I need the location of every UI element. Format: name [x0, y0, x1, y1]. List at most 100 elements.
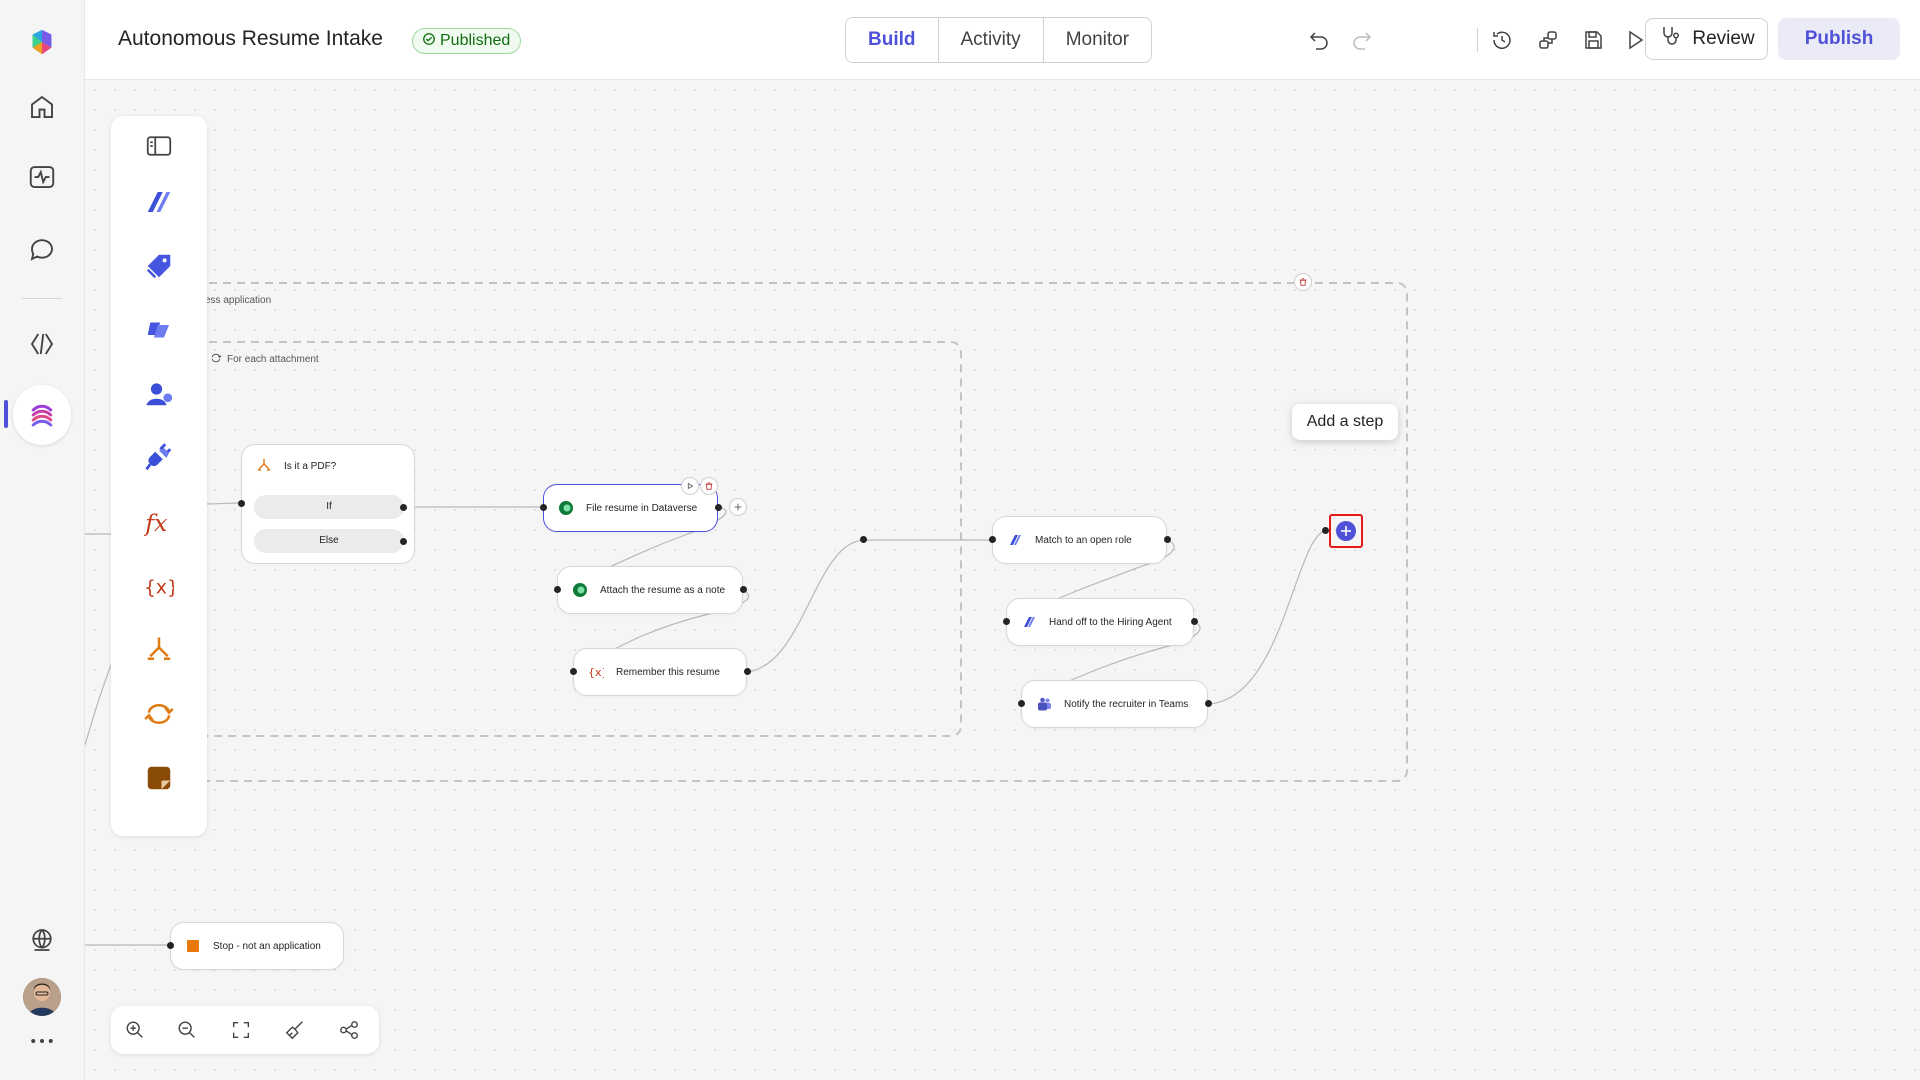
connector-dot — [740, 586, 747, 593]
connector-dot — [1322, 527, 1329, 534]
tab-build[interactable]: Build — [846, 18, 939, 62]
review-button[interactable]: Review — [1645, 18, 1768, 60]
copilot-icon[interactable] — [141, 312, 177, 348]
step-attach-note[interactable]: Attach the resume as a note — [557, 566, 743, 614]
insert-step-icon[interactable] — [729, 498, 747, 516]
copilot-studio-icon — [1021, 614, 1037, 630]
edge — [746, 539, 990, 673]
plus-icon — [1336, 521, 1356, 541]
connector-dot — [1205, 700, 1212, 707]
header-divider — [1477, 28, 1478, 52]
step-match-role[interactable]: Match to an open role — [992, 516, 1167, 564]
loop-icon[interactable] — [141, 696, 177, 732]
stethoscope-icon — [1658, 24, 1682, 54]
delete-scope-icon[interactable] — [1294, 273, 1312, 291]
run-step-icon[interactable] — [681, 477, 699, 495]
app-rail — [0, 0, 85, 1080]
connector-dot — [715, 504, 722, 511]
status-badge-label: Published — [440, 32, 511, 49]
connector-icon[interactable] — [141, 440, 177, 476]
rail-divider — [22, 298, 62, 299]
connections-icon[interactable] — [1533, 25, 1563, 55]
connector-dot — [1164, 536, 1171, 543]
connector-dot — [400, 504, 407, 511]
zoom-toolbar — [111, 1006, 379, 1054]
note-icon[interactable] — [141, 760, 177, 796]
history-icon[interactable] — [1487, 25, 1517, 55]
fx-icon[interactable]: fx — [141, 504, 177, 540]
view-tabs: Build Activity Monitor — [845, 17, 1153, 63]
loop-icon — [210, 352, 222, 367]
page-title: Autonomous Resume Intake — [118, 27, 383, 50]
connector-dot — [989, 536, 996, 543]
more-icon[interactable] — [20, 1026, 64, 1056]
step-notify-teams[interactable]: Notify the recruiter in Teams — [1021, 680, 1208, 728]
copilot-studio-icon[interactable] — [141, 184, 177, 220]
add-step-button[interactable] — [1329, 514, 1363, 548]
delete-step-icon[interactable] — [700, 477, 718, 495]
home-icon[interactable] — [20, 85, 64, 129]
svg-text:{x}: {x} — [144, 578, 174, 599]
condition-node[interactable]: Is it a PDF? If Else — [241, 444, 415, 564]
header-bar: Autonomous Resume Intake Published Build… — [85, 0, 1920, 80]
condition-icon[interactable] — [141, 632, 177, 668]
zoom-out-icon[interactable] — [175, 1018, 199, 1042]
chat-icon[interactable] — [20, 227, 64, 271]
connector-dot — [1191, 618, 1198, 625]
step-hand-off[interactable]: Hand off to the Hiring Agent — [1006, 598, 1194, 646]
copilot-logo-icon[interactable] — [20, 20, 64, 64]
check-circle-icon — [422, 32, 436, 51]
code-icon[interactable] — [20, 322, 64, 366]
tag-icon[interactable] — [141, 248, 177, 284]
step-stop[interactable]: Stop - not an application — [170, 922, 344, 970]
condition-title: Is it a PDF? — [284, 461, 337, 472]
toggle-panel-icon[interactable] — [141, 128, 177, 164]
svg-text:{x}: {x} — [588, 666, 604, 679]
status-badge: Published — [412, 28, 522, 54]
condition-icon — [256, 457, 272, 476]
connector-dot — [744, 668, 751, 675]
dataverse-icon — [572, 582, 588, 598]
tab-activity[interactable]: Activity — [939, 18, 1044, 62]
variable-icon[interactable]: {x} — [141, 568, 177, 604]
redo-icon[interactable] — [1347, 25, 1377, 55]
avatar[interactable] — [23, 978, 61, 1016]
svg-text:fx: fx — [144, 509, 168, 537]
publish-button[interactable]: Publish — [1778, 18, 1900, 60]
save-icon[interactable] — [1578, 25, 1608, 55]
outer-scope-label[interactable]: ess application — [205, 295, 271, 306]
rail-active-indicator — [4, 400, 8, 428]
stop-icon — [185, 938, 201, 954]
connector-dot — [400, 538, 407, 545]
inner-scope-label[interactable]: For each attachment — [210, 352, 319, 367]
connector-dot — [167, 942, 174, 949]
connector-dot — [1018, 700, 1025, 707]
connector-dot — [540, 504, 547, 511]
activity-icon[interactable] — [20, 155, 64, 199]
connector-dot — [238, 500, 245, 507]
agent-person-icon[interactable] — [141, 376, 177, 412]
connector-dot — [554, 586, 561, 593]
variable-icon: {x} — [588, 664, 604, 680]
globe-icon[interactable] — [20, 918, 64, 962]
tab-monitor[interactable]: Monitor — [1044, 18, 1151, 62]
branch-if[interactable]: If — [254, 495, 404, 519]
branch-else[interactable]: Else — [254, 529, 404, 553]
zoom-in-icon[interactable] — [123, 1018, 147, 1042]
teams-icon — [1036, 696, 1052, 712]
dataverse-icon — [558, 500, 574, 516]
fit-view-icon[interactable] — [229, 1018, 253, 1042]
add-step-tooltip: Add a step — [1292, 404, 1398, 440]
edge — [1207, 529, 1329, 705]
undo-icon[interactable] — [1304, 25, 1334, 55]
connector-dot — [1003, 618, 1010, 625]
clean-up-icon[interactable] — [283, 1018, 307, 1042]
agent-flows-icon[interactable] — [20, 393, 64, 437]
connector-layer — [85, 282, 1408, 946]
flow-canvas[interactable]: ess application For each attachment Is i… — [85, 80, 1920, 1080]
review-label: Review — [1692, 28, 1755, 49]
connector-dot — [860, 536, 867, 543]
step-remember-resume[interactable]: {x} Remember this resume — [573, 648, 747, 696]
layout-icon[interactable] — [337, 1018, 361, 1042]
edge — [204, 502, 242, 505]
